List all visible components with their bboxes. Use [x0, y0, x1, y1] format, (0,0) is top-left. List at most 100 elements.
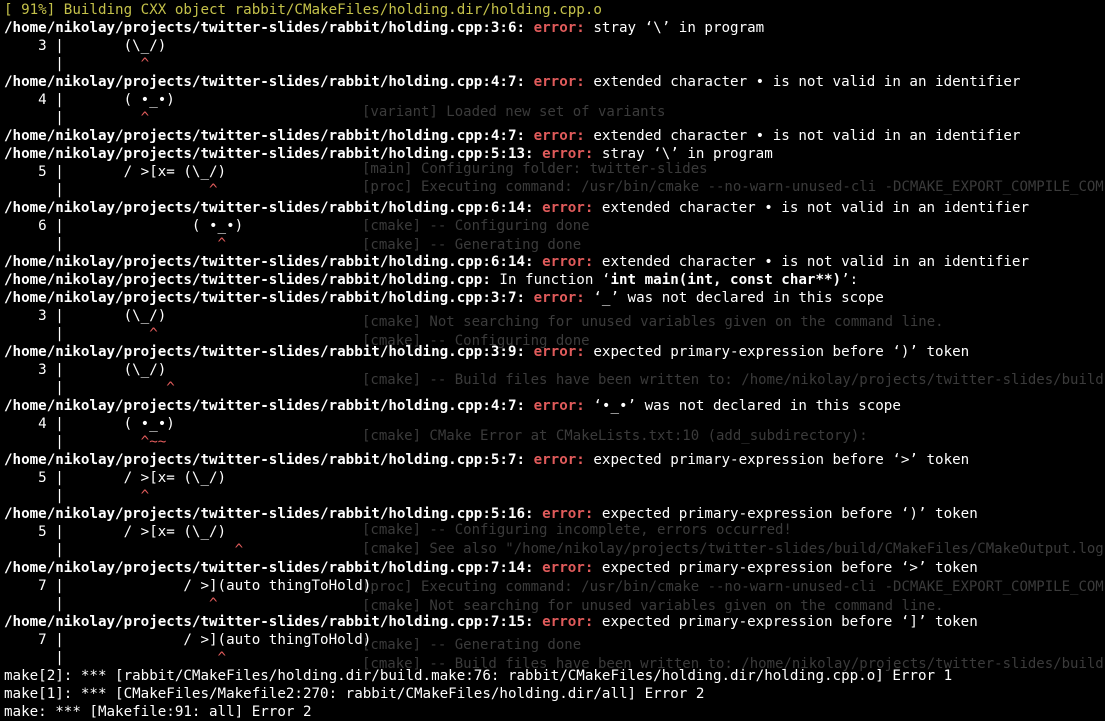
terminal-output[interactable]: [ 91%] Building CXX object rabbit/CMakeF… [4, 1, 1105, 721]
line-number-gutter: 3 | [4, 308, 64, 324]
line-number-gutter: 3 | [4, 38, 64, 54]
function-context-suffix: ’: [841, 272, 859, 288]
caret-indicator: | ^ [4, 596, 218, 612]
diagnostic-location: /home/nikolay/projects/twitter-slides/ra… [4, 506, 534, 522]
make-output-text: make[1]: *** [CMakeFiles/Makefile2:270: … [4, 686, 705, 702]
source-code-line: 5 | / >[x= (\_/) [4, 523, 1105, 541]
function-context-prefix: In function ‘ [490, 272, 611, 288]
diagnostic-line: /home/nikolay/projects/twitter-slides/ra… [4, 73, 1105, 91]
caret-indicator: | ^ [4, 380, 175, 396]
diagnostic-location: /home/nikolay/projects/twitter-slides/ra… [4, 272, 491, 288]
make-output-line: make[2]: *** [rabbit/CMakeFiles/holding.… [4, 667, 1105, 685]
caret-indicator-line: | ^ [4, 181, 1105, 199]
source-code: (\_/) [63, 38, 167, 54]
diagnostic-location: /home/nikolay/projects/twitter-slides/ra… [4, 344, 526, 360]
error-label: error: [542, 560, 594, 576]
error-label: error: [533, 74, 585, 90]
make-output-text: make[2]: *** [rabbit/CMakeFiles/holding.… [4, 668, 953, 684]
error-label: error: [533, 452, 585, 468]
diagnostic-line: /home/nikolay/projects/twitter-slides/ra… [4, 505, 1105, 523]
line-number-gutter: 5 | [4, 524, 64, 540]
line-number-gutter: 7 | [4, 632, 64, 648]
make-output-line: make[1]: *** [CMakeFiles/Makefile2:270: … [4, 685, 1105, 703]
line-number-gutter: 3 | [4, 362, 64, 378]
source-code: / >](auto thingToHold) [63, 578, 372, 594]
caret-indicator-line: | ^ [4, 109, 1105, 127]
caret-indicator-line: | ^ [4, 55, 1105, 73]
diagnostic-message: extended character • is not valid in an … [584, 128, 1021, 144]
caret-indicator: | ^ [4, 650, 227, 666]
diagnostic-message: extended character • is not valid in an … [593, 200, 1030, 216]
line-number-gutter: 6 | [4, 218, 64, 234]
diagnostic-location: /home/nikolay/projects/twitter-slides/ra… [4, 200, 534, 216]
caret-indicator-line: | ^ [4, 325, 1105, 343]
diagnostic-message: ‘•_•’ was not declared in this scope [584, 398, 901, 414]
diagnostic-message: expected primary-expression before ‘]’ t… [593, 614, 978, 630]
caret-indicator-line: | ^ [4, 649, 1105, 667]
caret-indicator: | ^ [4, 56, 150, 72]
diagnostic-location: /home/nikolay/projects/twitter-slides/ra… [4, 128, 526, 144]
terminal-lines: /home/nikolay/projects/twitter-slides/ra… [4, 19, 1105, 721]
diagnostic-line: /home/nikolay/projects/twitter-slides/ra… [4, 397, 1105, 415]
caret-indicator-line: | ^ [4, 487, 1105, 505]
caret-indicator-line: | ^ [4, 379, 1105, 397]
diagnostic-message: extended character • is not valid in an … [593, 254, 1030, 270]
caret-indicator-line: | ^ [4, 595, 1105, 613]
source-code: (\_/) [63, 308, 167, 324]
diagnostic-message: stray ‘\’ in program [584, 20, 765, 36]
source-code: ( •_•) [63, 416, 175, 432]
line-number-gutter: 5 | [4, 164, 64, 180]
caret-indicator: | ^ [4, 542, 244, 558]
source-code-line: 4 | ( •_•) [4, 91, 1105, 109]
error-label: error: [533, 398, 585, 414]
diagnostic-line: /home/nikolay/projects/twitter-slides/ra… [4, 145, 1105, 163]
diagnostic-message: expected primary-expression before ‘>’ t… [584, 452, 970, 468]
diagnostic-message: expected primary-expression before ‘)’ t… [593, 506, 978, 522]
diagnostic-line: /home/nikolay/projects/twitter-slides/ra… [4, 451, 1105, 469]
source-code: / >[x= (\_/) [63, 524, 227, 540]
source-code-line: 7 | / >](auto thingToHold) [4, 631, 1105, 649]
function-signature: int main(int, const char**) [610, 272, 842, 288]
diagnostic-message: expected primary-expression before ‘>’ t… [593, 560, 978, 576]
source-code: / >](auto thingToHold) [63, 632, 372, 648]
source-code: ( •_•) [63, 218, 244, 234]
line-number-gutter: 4 | [4, 92, 64, 108]
error-label: error: [542, 614, 594, 630]
error-label: error: [542, 254, 594, 270]
source-code: (\_/) [63, 362, 167, 378]
caret-indicator: | ^ [4, 236, 227, 252]
diagnostic-location: /home/nikolay/projects/twitter-slides/ra… [4, 560, 534, 576]
diagnostic-location: /home/nikolay/projects/twitter-slides/ra… [4, 614, 534, 630]
source-code-line: 4 | ( •_•) [4, 415, 1105, 433]
error-label: error: [533, 128, 585, 144]
diagnostic-message: extended character • is not valid in an … [584, 74, 1021, 90]
caret-indicator: | ^ [4, 488, 150, 504]
line-number-gutter: 4 | [4, 416, 64, 432]
caret-indicator: | ^~~ [4, 434, 167, 450]
function-context-line: /home/nikolay/projects/twitter-slides/ra… [4, 271, 1105, 289]
diagnostic-message: stray ‘\’ in program [593, 146, 773, 162]
build-status-line: [ 91%] Building CXX object rabbit/CMakeF… [4, 2, 602, 18]
diagnostic-line: /home/nikolay/projects/twitter-slides/ra… [4, 289, 1105, 307]
diagnostic-location: /home/nikolay/projects/twitter-slides/ra… [4, 20, 526, 36]
diagnostic-location: /home/nikolay/projects/twitter-slides/ra… [4, 146, 534, 162]
caret-indicator-line: | ^ [4, 235, 1105, 253]
diagnostic-line: /home/nikolay/projects/twitter-slides/ra… [4, 613, 1105, 631]
caret-indicator-line: | ^ [4, 541, 1105, 559]
make-output-line: make: *** [Makefile:91: all] Error 2 [4, 703, 1105, 721]
caret-indicator: | ^ [4, 182, 218, 198]
source-code-line: 6 | ( •_•) [4, 217, 1105, 235]
diagnostic-line: /home/nikolay/projects/twitter-slides/ra… [4, 559, 1105, 577]
caret-indicator: | ^ [4, 110, 150, 126]
diagnostic-location: /home/nikolay/projects/twitter-slides/ra… [4, 290, 526, 306]
diagnostic-line: /home/nikolay/projects/twitter-slides/ra… [4, 199, 1105, 217]
line-number-gutter: 5 | [4, 470, 64, 486]
diagnostic-message: ‘_’ was not declared in this scope [584, 290, 884, 306]
source-code-line: 3 | (\_/) [4, 361, 1105, 379]
source-code-line: 5 | / >[x= (\_/) [4, 469, 1105, 487]
diagnostic-line: /home/nikolay/projects/twitter-slides/ra… [4, 343, 1105, 361]
source-code: ( •_•) [63, 92, 175, 108]
source-code-line: 7 | / >](auto thingToHold) [4, 577, 1105, 595]
error-label: error: [533, 20, 585, 36]
diagnostic-line: /home/nikolay/projects/twitter-slides/ra… [4, 253, 1105, 271]
